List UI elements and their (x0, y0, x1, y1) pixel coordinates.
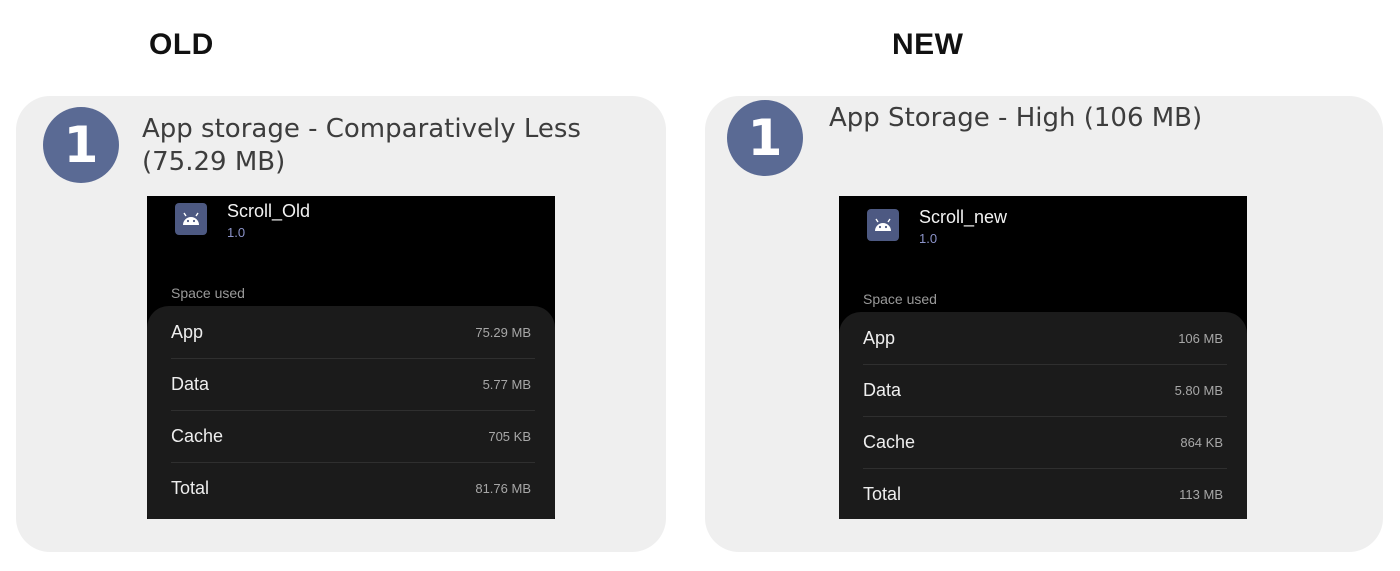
storage-row-app[interactable]: App 75.29 MB (171, 306, 535, 358)
row-label: App (171, 321, 204, 342)
row-value: 81.76 MB (475, 481, 531, 496)
app-storage-screenshot: Scroll_new 1.0 Space used App 106 MB Dat… (839, 196, 1247, 519)
row-value: 106 MB (1178, 330, 1223, 346)
step-number-badge: 1 (43, 107, 119, 183)
storage-row-app[interactable]: App 106 MB (863, 312, 1227, 364)
storage-row-total[interactable]: Total 113 MB (863, 468, 1227, 519)
new-heading: NEW (892, 28, 964, 61)
storage-row-data[interactable]: Data 5.80 MB (863, 364, 1227, 416)
android-icon (867, 209, 899, 241)
storage-list: App 75.29 MB Data 5.77 MB Cache 705 KB T… (147, 306, 555, 519)
storage-caption: App Storage - High (106 MB) (829, 103, 1203, 133)
row-label: Total (863, 484, 902, 504)
row-label: Data (171, 374, 210, 394)
space-used-label: Space used (171, 285, 245, 301)
old-heading: OLD (149, 28, 214, 61)
storage-caption: App storage - Comparatively Less (75.29 … (142, 114, 581, 177)
storage-list: App 106 MB Data 5.80 MB Cache 864 KB Tot… (839, 312, 1247, 519)
android-icon (175, 203, 207, 235)
row-label: App (863, 327, 896, 348)
app-storage-screenshot: Scroll_Old 1.0 Space used App 75.29 MB D… (147, 196, 555, 519)
row-value: 705 KB (488, 429, 531, 444)
row-label: Data (863, 380, 902, 400)
app-name: Scroll_new (919, 207, 1008, 227)
app-version: 1.0 (227, 225, 246, 240)
old-comparison-panel: 1 App storage - Comparatively Less (75.2… (16, 96, 666, 552)
new-comparison-panel: 1 App Storage - High (106 MB) Scroll_new… (705, 96, 1383, 552)
row-value: 5.77 MB (482, 377, 531, 392)
row-value: 113 MB (1179, 487, 1223, 502)
row-label: Cache (171, 426, 224, 446)
storage-row-total[interactable]: Total 81.76 MB (171, 462, 535, 514)
storage-row-cache[interactable]: Cache 864 KB (863, 416, 1227, 468)
row-value: 864 KB (1180, 435, 1223, 450)
app-name: Scroll_Old (227, 201, 311, 221)
storage-row-data[interactable]: Data 5.77 MB (171, 358, 535, 410)
row-value: 75.29 MB (475, 324, 531, 340)
row-value: 5.80 MB (1174, 383, 1223, 398)
row-label: Total (171, 478, 210, 498)
row-label: Cache (863, 432, 916, 452)
app-version: 1.0 (919, 231, 938, 246)
step-number-badge: 1 (727, 100, 803, 176)
space-used-label: Space used (863, 291, 937, 307)
storage-row-cache[interactable]: Cache 705 KB (171, 410, 535, 462)
